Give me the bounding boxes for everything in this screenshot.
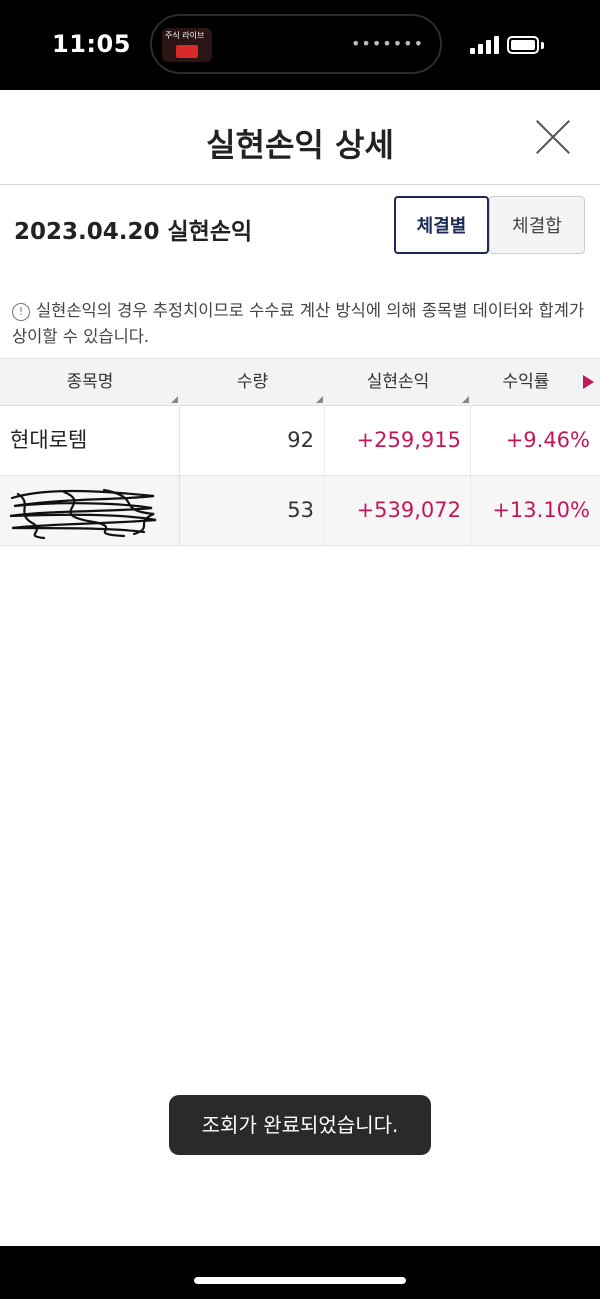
battery-icon: [507, 36, 539, 54]
quantity: 92: [180, 406, 325, 475]
bottom-bar: [0, 1246, 600, 1299]
close-icon[interactable]: [536, 120, 570, 154]
stock-name-redacted: [0, 476, 180, 545]
status-bar: 11:05 주식 라이브 •••••••: [0, 0, 600, 90]
signal-icon: [470, 36, 500, 54]
table-row[interactable]: 53 +539,072 +13.10%: [0, 476, 600, 546]
scroll-right-arrow-icon[interactable]: [583, 375, 594, 389]
realized-pl: +539,072: [325, 476, 471, 545]
table-header: 종목명 수량 실현손익 수익률: [0, 358, 600, 406]
island-dots: •••••••: [350, 34, 424, 53]
quantity: 53: [180, 476, 325, 545]
toggle-summed-button[interactable]: 체결합: [489, 196, 585, 254]
toggle-by-execution-button[interactable]: 체결별: [394, 196, 489, 254]
realized-pl-table: 종목명 수량 실현손익 수익률 현대로템 92 +259,915 +9.46%: [0, 358, 600, 546]
status-time: 11:05: [52, 30, 131, 58]
realized-pl: +259,915: [325, 406, 471, 475]
return-rate: +13.10%: [492, 498, 590, 522]
live-activity-badge: [176, 45, 198, 58]
column-header-pl[interactable]: 실현손익: [325, 359, 471, 405]
toast-message: 조회가 완료되었습니다.: [169, 1095, 431, 1155]
notice: ! 실현손익의 경우 추정치이므로 수수료 계산 방식에 의해 종목별 데이터와 …: [12, 298, 587, 350]
battery-tip: [541, 42, 544, 49]
table-row[interactable]: 현대로템 92 +259,915 +9.46%: [0, 406, 600, 476]
live-activity-thumbnail: 주식 라이브: [162, 28, 212, 62]
info-icon: !: [12, 303, 30, 321]
home-indicator[interactable]: [194, 1277, 406, 1284]
notice-text: 실현손익의 경우 추정치이므로 수수료 계산 방식에 의해 종목별 데이터와 합…: [12, 301, 585, 346]
stock-name: 현대로템: [0, 406, 180, 475]
column-header-rate[interactable]: 수익률: [471, 359, 581, 405]
column-header-name[interactable]: 종목명: [0, 359, 180, 405]
page-title: 실현손익 상세: [206, 126, 394, 164]
header: 실현손익 상세: [0, 90, 600, 185]
return-rate: +9.46%: [505, 428, 590, 452]
date-label: 2023.04.20 실현손익: [14, 219, 253, 245]
live-activity-text: 주식 라이브: [165, 31, 205, 40]
dynamic-island[interactable]: 주식 라이브 •••••••: [150, 14, 442, 74]
column-header-qty[interactable]: 수량: [180, 359, 325, 405]
redaction-scribble: [9, 488, 157, 540]
